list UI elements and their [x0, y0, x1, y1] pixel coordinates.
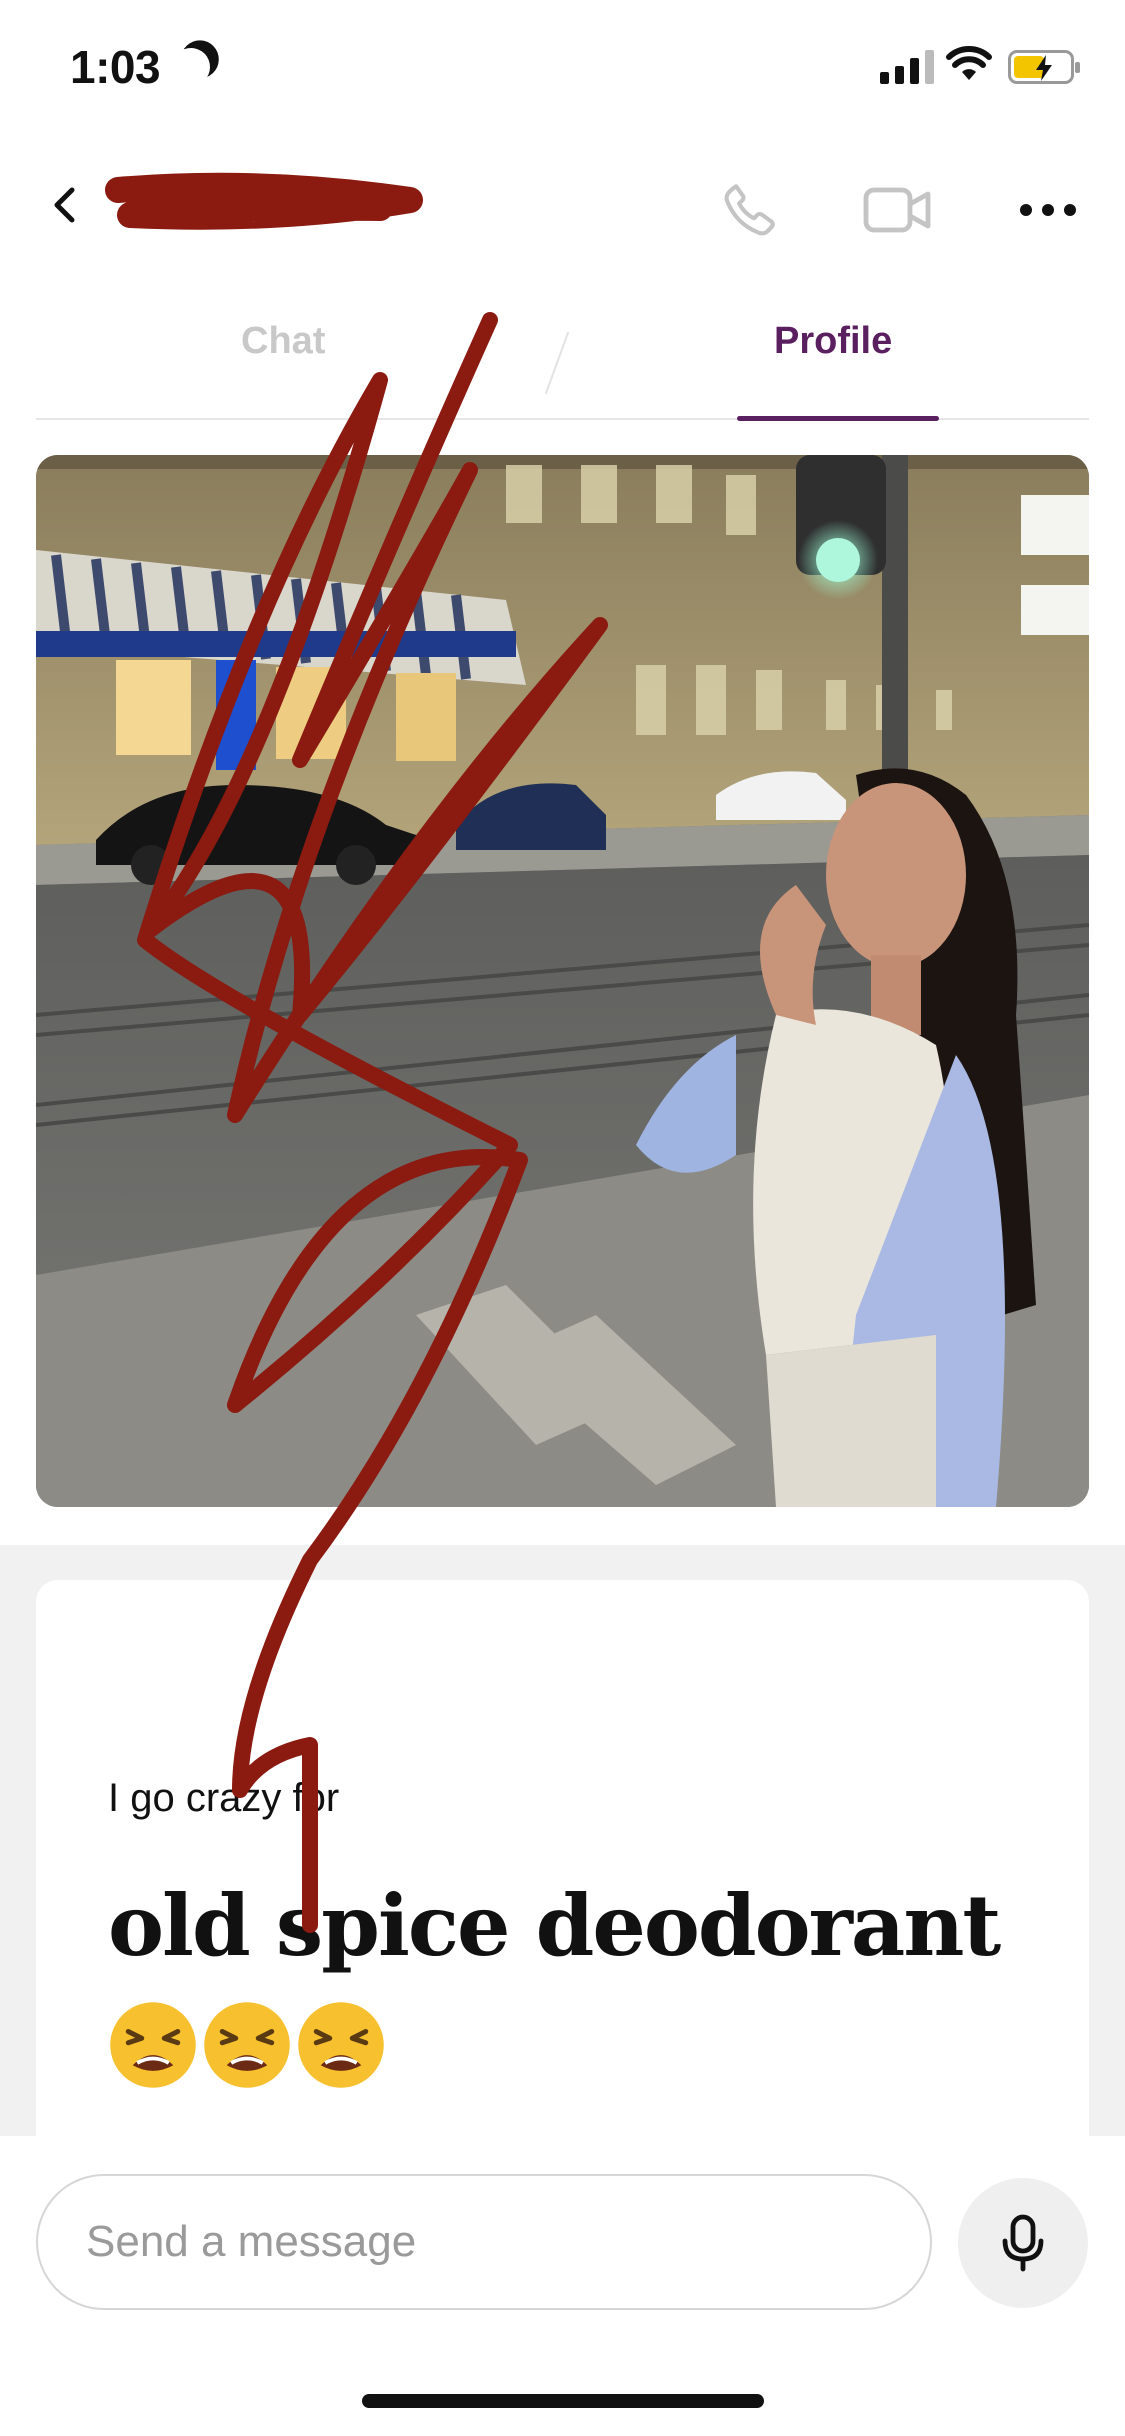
- voice-message-button[interactable]: [958, 2178, 1088, 2308]
- active-tab-indicator: [737, 416, 939, 421]
- tired-face-emoji: [110, 2002, 196, 2088]
- contact-name[interactable]: [110, 172, 430, 242]
- street-scene-illustration: [36, 455, 1089, 1507]
- cellular-signal-icon: [880, 48, 934, 84]
- prompt-answer-text: old spice deodorant: [108, 1876, 1001, 1975]
- tab-chat[interactable]: Chat: [241, 320, 325, 363]
- video-call-button[interactable]: [858, 170, 938, 250]
- status-bar: 1:03: [0, 0, 1125, 140]
- video-camera-icon: [863, 187, 931, 233]
- message-input[interactable]: [36, 2174, 932, 2310]
- tab-bar: Chat Profile: [36, 290, 1089, 421]
- profile-photo[interactable]: [36, 455, 1089, 1507]
- more-dots-icon: [1020, 204, 1076, 216]
- phone-icon: [724, 184, 775, 236]
- back-chevron-icon: [54, 187, 75, 223]
- tab-divider: [544, 331, 570, 395]
- status-time: 1:03: [70, 41, 161, 93]
- back-button[interactable]: [40, 180, 90, 230]
- message-composer: [0, 2136, 1125, 2436]
- prompt-answer: old spice deodorant: [108, 1870, 1048, 2094]
- prompt-card[interactable]: I go crazy for old spice deodorant: [36, 1580, 1089, 2180]
- tab-profile[interactable]: Profile: [774, 320, 892, 363]
- tired-face-emoji: [298, 2002, 384, 2088]
- tired-face-emoji: [204, 2002, 290, 2088]
- home-indicator[interactable]: [362, 2394, 764, 2408]
- call-button[interactable]: [710, 170, 790, 250]
- more-options-button[interactable]: [1008, 170, 1088, 250]
- prompt-question: I go crazy for: [108, 1776, 340, 1820]
- wifi-icon: [946, 46, 992, 80]
- microphone-icon: [1002, 2214, 1044, 2272]
- chat-header: [0, 150, 1125, 260]
- battery-charging-icon: [1008, 50, 1080, 84]
- emoji-row: [108, 1988, 390, 2088]
- moon-icon: [169, 45, 213, 89]
